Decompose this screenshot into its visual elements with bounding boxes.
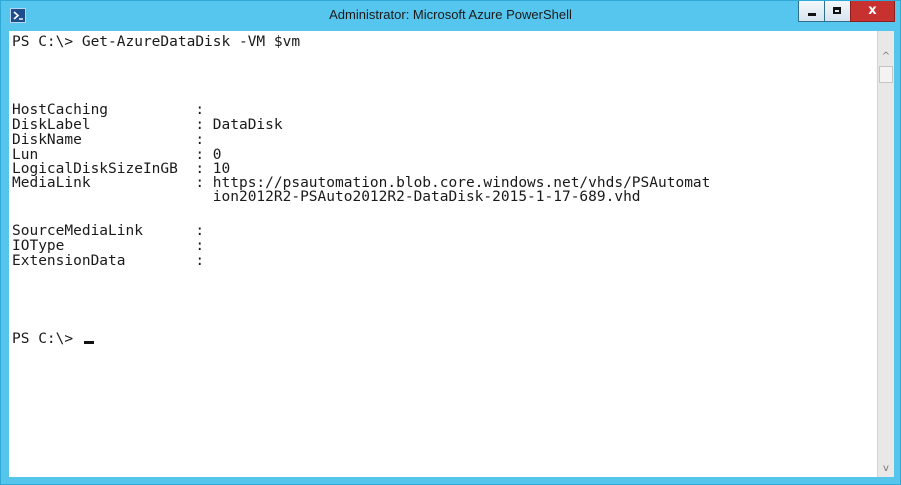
- console-area[interactable]: PS C:\> Get-AzureDataDisk -VM $vm HostCa…: [9, 31, 885, 477]
- console-line: ExtensionData :: [12, 253, 205, 269]
- console-output[interactable]: PS C:\> Get-AzureDataDisk -VM $vm HostCa…: [9, 31, 885, 477]
- minimize-button[interactable]: [798, 1, 824, 22]
- console-line: DiskName :: [12, 132, 205, 148]
- scroll-thumb[interactable]: [879, 66, 893, 83]
- console-line: IOType :: [12, 238, 205, 254]
- console-line: LogicalDiskSizeInGB : 10: [12, 161, 231, 177]
- close-icon: x: [868, 3, 877, 18]
- prompt-text: PS C:\>: [12, 331, 82, 347]
- powershell-icon[interactable]: [10, 8, 26, 23]
- powershell-window: Administrator: Microsoft Azure PowerShel…: [0, 0, 901, 485]
- console-line: MediaLink : https://psautomation.blob.co…: [12, 175, 711, 191]
- prompt-line[interactable]: PS C:\>: [12, 332, 94, 346]
- console-line: DiskLabel : DataDisk: [12, 117, 283, 133]
- title-bar[interactable]: Administrator: Microsoft Azure PowerShel…: [1, 1, 900, 31]
- scroll-up-icon[interactable]: ^: [878, 48, 894, 65]
- console-line: HostCaching :: [12, 102, 205, 118]
- console-line: SourceMediaLink :: [12, 223, 205, 239]
- console-line: ion2012R2-PSAuto2012R2-DataDisk-2015-1-1…: [12, 189, 641, 205]
- scroll-down-icon[interactable]: v: [878, 460, 894, 477]
- close-button[interactable]: x: [850, 1, 895, 22]
- maximize-icon: [833, 7, 841, 14]
- minimize-icon: [808, 13, 816, 16]
- console-line: Lun : 0: [12, 147, 222, 163]
- window-title: Administrator: Microsoft Azure PowerShel…: [329, 7, 572, 22]
- maximize-button[interactable]: [824, 1, 850, 22]
- console-line: PS C:\> Get-AzureDataDisk -VM $vm: [12, 34, 301, 50]
- text-cursor: [83, 341, 94, 344]
- vertical-scrollbar[interactable]: ^ v: [877, 31, 894, 477]
- caption-buttons: x: [798, 1, 900, 23]
